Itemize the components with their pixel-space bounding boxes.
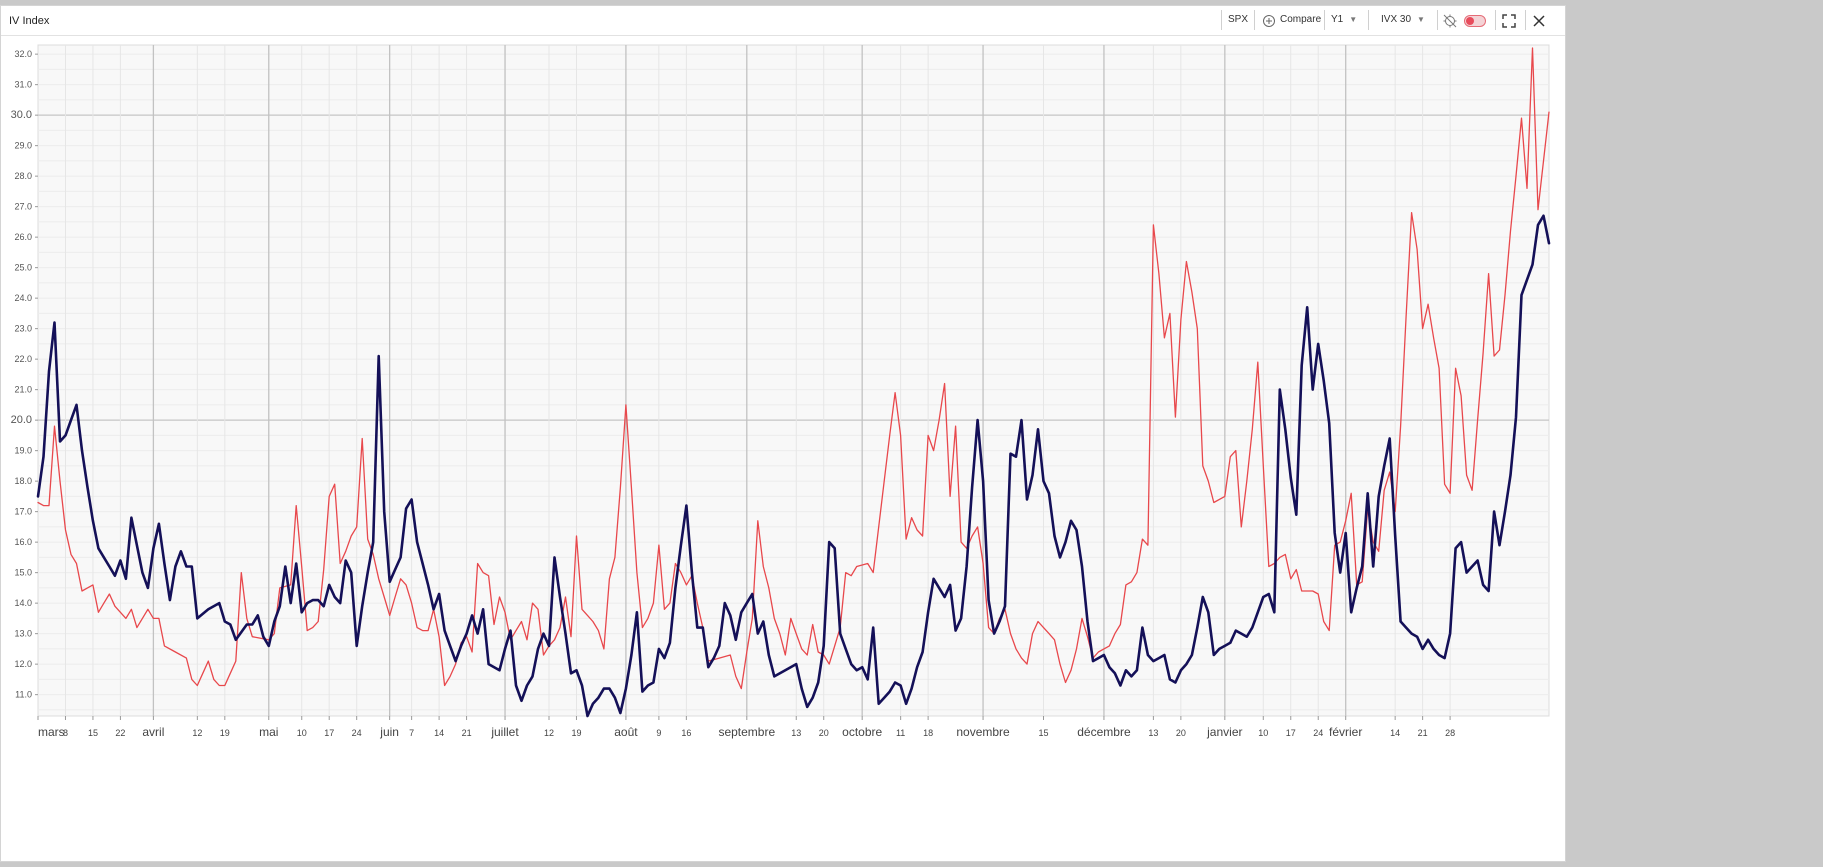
toolbar-separator: [1525, 10, 1526, 30]
x-tick-label: 12: [192, 728, 202, 738]
toggle-knob: [1466, 17, 1474, 25]
y-tick-label: 18.0: [14, 476, 32, 486]
x-tick-label: 21: [462, 728, 472, 738]
y-tick-label: 19.0: [14, 446, 32, 456]
x-tick-label: 24: [1313, 728, 1323, 738]
toolbar-separator: [1437, 10, 1438, 30]
x-tick-label: octobre: [842, 725, 882, 739]
close-icon[interactable]: [1531, 13, 1547, 29]
y-tick-label: 26.0: [14, 232, 32, 242]
period-select[interactable]: Y1 ▼: [1331, 14, 1357, 25]
compare-plus-icon[interactable]: [1261, 13, 1277, 29]
x-tick-label: 19: [220, 728, 230, 738]
x-tick-label: 18: [923, 728, 933, 738]
x-tick-label: mars: [38, 725, 65, 739]
y-tick-label: 28.0: [14, 171, 32, 181]
y-tick-label: 24.0: [14, 293, 32, 303]
y-tick-label: 31.0: [14, 80, 32, 90]
x-tick-label: 17: [1286, 728, 1296, 738]
period-value: Y1: [1331, 14, 1344, 25]
x-tick-label: janvier: [1206, 725, 1242, 739]
x-tick-label: 15: [88, 728, 98, 738]
x-tick-label: juin: [379, 725, 399, 739]
y-axis: 11.0 12.0 13.0 14.0 15.0 16.0 17.0 18.0 19.0 20.0…: [11, 49, 38, 700]
x-tick-label: 20: [1176, 728, 1186, 738]
x-tick-label: 12: [544, 728, 554, 738]
x-tick-label: 10: [297, 728, 307, 738]
x-tick-label: 14: [434, 728, 444, 738]
y-tick-label: 25.0: [14, 263, 32, 273]
x-tick-label: septembre: [718, 725, 775, 739]
x-tick-label: 16: [681, 728, 691, 738]
x-tick-label: 7: [409, 728, 414, 738]
toolbar-separator: [1324, 10, 1325, 30]
x-tick-label: 13: [1148, 728, 1158, 738]
x-tick-label: février: [1329, 725, 1362, 739]
metric-select[interactable]: IVX 30 ▼: [1381, 14, 1425, 25]
y-tick-label: 22.0: [14, 354, 32, 364]
metric-value: IVX 30: [1381, 14, 1412, 25]
x-tick-label: décembre: [1077, 725, 1131, 739]
y-tick-label: 11.0: [15, 690, 32, 700]
x-tick-label: 28: [1445, 728, 1455, 738]
y-tick-label: 15.0: [14, 568, 32, 578]
toolbar-separator: [1254, 10, 1255, 30]
y-tick-label: 27.0: [14, 202, 32, 212]
x-tick-label: août: [614, 725, 638, 739]
x-tick-label: 13: [791, 728, 801, 738]
y-tick-label: 23.0: [14, 324, 32, 334]
crosshair-off-icon[interactable]: [1442, 13, 1458, 29]
x-tick-label: 10: [1258, 728, 1268, 738]
x-tick-label: 15: [1038, 728, 1048, 738]
x-tick-label: 22: [115, 728, 125, 738]
x-tick-label: 9: [656, 728, 661, 738]
iv-index-panel: IV Index SPX Compare Y1 ▼ IVX 30 ▼ 11.0 …: [0, 5, 1566, 862]
y-tick-label: 17.0: [14, 507, 32, 517]
y-tick-label: 12.0: [14, 659, 32, 669]
y-tick-label: 16.0: [14, 537, 32, 547]
y-tick-label: 29.0: [14, 141, 32, 151]
iv-line-chart[interactable]: 11.0 12.0 13.0 14.0 15.0 16.0 17.0 18.0 19.0 20.0…: [1, 36, 1565, 756]
x-tick-label: 20: [819, 728, 829, 738]
x-tick-label: 8: [63, 728, 68, 738]
toolbar-separator: [1368, 10, 1369, 30]
symbol-button[interactable]: SPX: [1228, 14, 1248, 25]
x-tick-label: avril: [142, 725, 164, 739]
y-tick-label: 30.0: [11, 109, 32, 121]
fullscreen-icon[interactable]: [1501, 13, 1517, 29]
x-tick-label: juillet: [490, 725, 519, 739]
toggle-switch[interactable]: [1464, 15, 1486, 27]
x-tick-label: 17: [324, 728, 334, 738]
toolbar-separator: [1495, 10, 1496, 30]
dropdown-caret-icon: ▼: [1349, 15, 1358, 24]
x-tick-label: 14: [1390, 728, 1400, 738]
dropdown-caret-icon: ▼: [1417, 15, 1425, 24]
x-tick-label: 24: [352, 728, 362, 738]
x-axis: mars8 15 22 avril 12 19 mai 10 17 24 juin 7 14 21 juil…: [37, 716, 1455, 739]
toolbar-separator: [1221, 10, 1222, 30]
y-tick-label: 14.0: [14, 598, 32, 608]
x-tick-label: mai: [259, 725, 278, 739]
y-tick-label: 13.0: [14, 629, 32, 639]
y-tick-label: 20.0: [11, 414, 32, 426]
x-tick-label: novembre: [956, 725, 1010, 739]
y-tick-label: 21.0: [14, 385, 32, 395]
chart-container: 11.0 12.0 13.0 14.0 15.0 16.0 17.0 18.0 19.0 20.0…: [1, 36, 1565, 761]
y-tick-label: 32.0: [14, 49, 32, 59]
x-tick-label: 21: [1418, 728, 1428, 738]
compare-button[interactable]: Compare: [1280, 14, 1321, 25]
x-tick-label: 19: [571, 728, 581, 738]
x-tick-label: 11: [896, 728, 905, 738]
panel-title: IV Index: [9, 15, 50, 27]
panel-header: IV Index SPX Compare Y1 ▼ IVX 30 ▼: [1, 6, 1565, 36]
